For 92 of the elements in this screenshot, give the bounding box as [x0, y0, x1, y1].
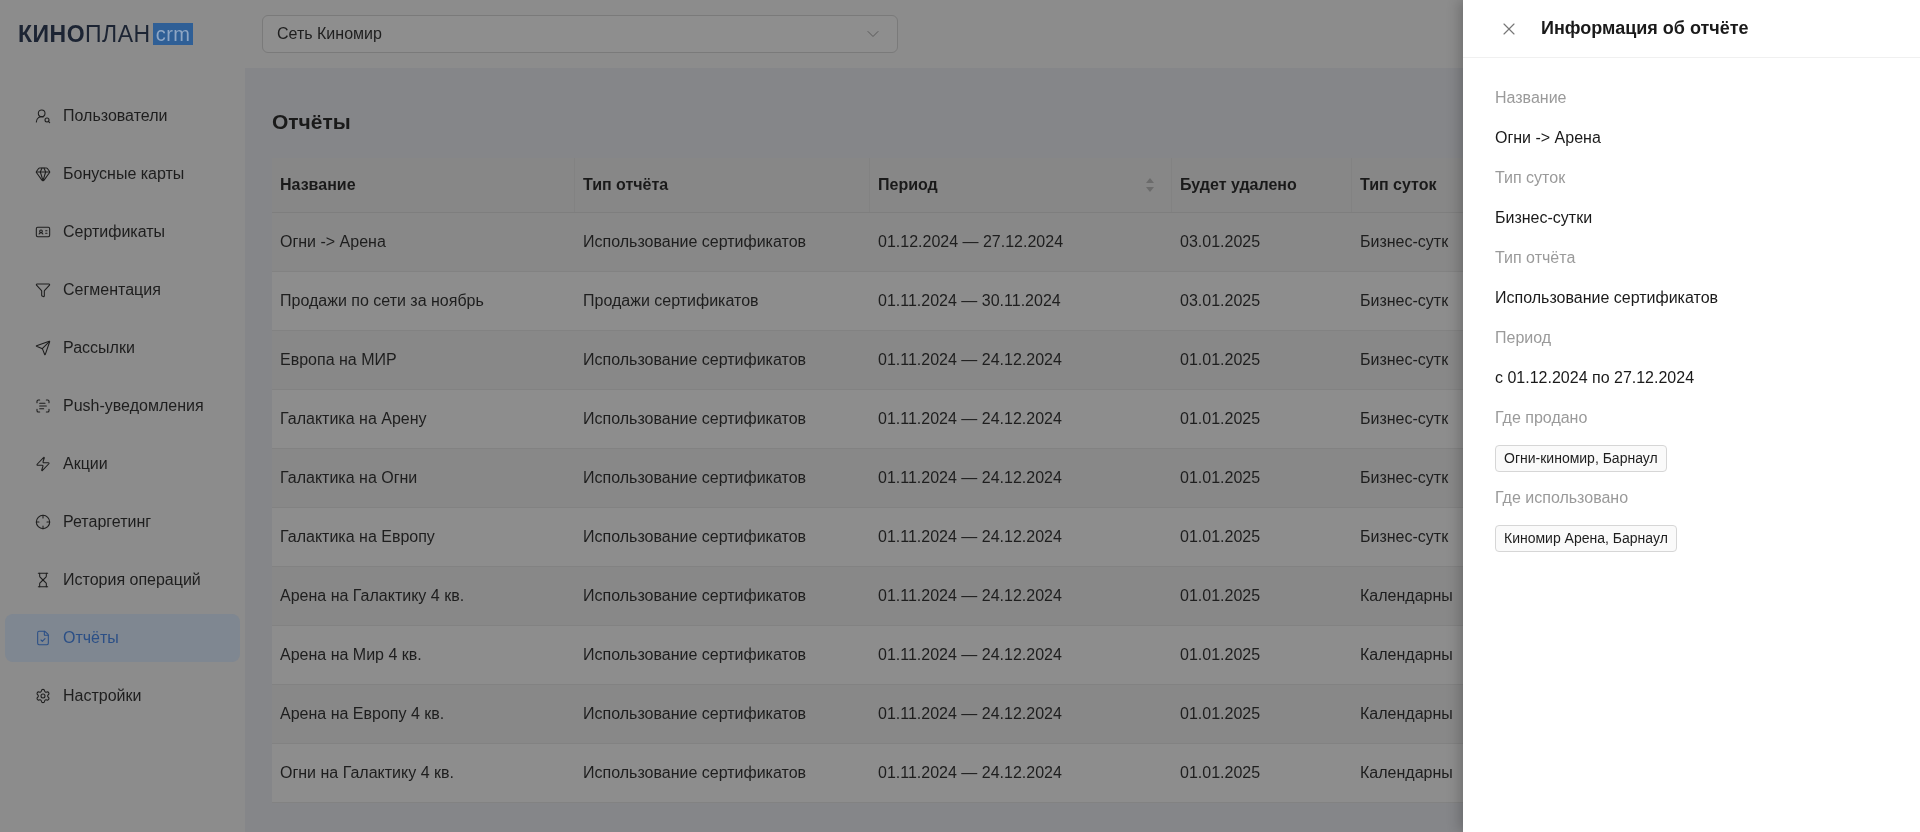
sidebar-item[interactable]: Push-уведомления	[5, 382, 240, 430]
table-cell-text: Бизнес-сутк	[1360, 291, 1449, 311]
hourglass-icon	[35, 572, 51, 588]
table-cell-text: Арена на Галактику 4 кв.	[280, 586, 465, 606]
field-value: Использование сертификатов	[1495, 288, 1720, 308]
table-cell-text: Использование сертификатов	[583, 468, 807, 488]
table-cell-text: Бизнес-сутк	[1360, 409, 1449, 429]
table-cell-text: Бизнес-сутк	[1360, 350, 1449, 370]
sidebar-item[interactable]: История операций	[5, 556, 240, 604]
lightning-icon	[35, 456, 51, 472]
table-cell-text: 01.11.2024 — 30.11.2024	[878, 291, 1061, 311]
column-header: Тип отчёта	[583, 175, 669, 195]
sidebar-item[interactable]: Ретаргетинг	[5, 498, 240, 546]
table-cell-text: 01.11.2024 — 24.12.2024	[878, 468, 1062, 488]
table-cell-text: 01.01.2025	[1180, 645, 1261, 665]
table-cell-text: 01.01.2025	[1180, 409, 1261, 429]
table-cell-text: Галактика на Арену	[280, 409, 427, 429]
field-label: Название	[1495, 88, 1568, 108]
table-cell-text: Календарны	[1360, 704, 1453, 724]
field-label: Период	[1495, 328, 1553, 348]
send-icon	[35, 340, 51, 356]
table-cell-text: Галактика на Огни	[280, 468, 418, 488]
field-value: Огни -> Арена	[1495, 128, 1602, 148]
table-cell-text: 01.01.2025	[1180, 350, 1261, 370]
sidebar-item[interactable]: Настройки	[5, 672, 240, 720]
table-cell-text: Использование сертификатов	[583, 350, 807, 370]
table-cell-text: 01.01.2025	[1180, 704, 1261, 724]
field-label: Тип суток	[1495, 168, 1567, 188]
table-cell-text: Календарны	[1360, 763, 1453, 783]
page-title: Отчёты	[272, 109, 352, 135]
field-value: Бизнес-сутки	[1495, 208, 1594, 228]
table-cell-text: Огни -> Арена	[280, 232, 386, 252]
table-cell-text: 03.01.2025	[1180, 232, 1261, 252]
scan-icon	[35, 398, 51, 414]
users-icon	[35, 108, 51, 124]
column-header: Будет удалено	[1180, 175, 1297, 195]
table-cell-text: Использование сертификатов	[583, 704, 807, 724]
column-header: Период	[878, 175, 938, 195]
table-cell-text: 01.01.2025	[1180, 763, 1261, 783]
table-cell-text: 03.01.2025	[1180, 291, 1261, 311]
table-cell-text: 01.01.2025	[1180, 527, 1261, 547]
table-cell-text: Использование сертификатов	[583, 232, 807, 252]
field-label: Где использовано	[1495, 488, 1630, 508]
table-cell-text: 01.11.2024 — 24.12.2024	[878, 350, 1062, 370]
field-value: с 01.12.2024 по 27.12.2024	[1495, 368, 1696, 388]
sidebar-item[interactable]: Пользователи	[5, 92, 240, 140]
sidebar-item[interactable]: Сертификаты	[5, 208, 240, 256]
id-card-icon	[35, 224, 51, 240]
table-cell-text: Бизнес-сутк	[1360, 527, 1449, 547]
table-cell-text: Огни на Галактику 4 кв.	[280, 763, 454, 783]
table-cell-text: Арена на Европу 4 кв.	[280, 704, 445, 724]
network-select[interactable]: Сеть Киномир	[262, 15, 898, 53]
field-label: Где продано	[1495, 408, 1589, 428]
table-cell-text: 01.11.2024 — 24.12.2024	[878, 409, 1062, 429]
table-cell-text: 01.01.2025	[1180, 586, 1261, 606]
sidebar-item[interactable]: Рассылки	[5, 324, 240, 372]
logo: КИНОПЛАН crm	[18, 22, 194, 46]
table-cell-text: 01.11.2024 — 24.12.2024	[878, 645, 1062, 665]
field-label: Тип отчёта	[1495, 248, 1577, 268]
gem-icon	[35, 166, 51, 182]
column-header: Название	[280, 175, 356, 195]
table-cell-text: Календарны	[1360, 586, 1453, 606]
table-cell-text: Бизнес-сутк	[1360, 468, 1449, 488]
sidebar-item[interactable]: Акции	[5, 440, 240, 488]
table-cell-text: 01.12.2024 — 27.12.2024	[878, 232, 1064, 252]
table-cell-text: 01.01.2025	[1180, 468, 1261, 488]
venue-tag: Киномир Арена, Барнаул	[1495, 524, 1677, 552]
column-header: Тип суток	[1360, 175, 1437, 195]
table-cell-text: Продажи по сети за ноябрь	[280, 291, 484, 311]
panel-title: Информация об отчёте	[1541, 17, 1749, 40]
document-icon	[35, 630, 51, 646]
table-cell-text: 01.11.2024 — 24.12.2024	[878, 704, 1062, 724]
table-cell-text: Календарны	[1360, 645, 1453, 665]
funnel-icon	[35, 282, 51, 298]
table-cell-text: Галактика на Европу	[280, 527, 435, 547]
table-cell-text: Использование сертификатов	[583, 645, 807, 665]
table-cell-text: 01.11.2024 — 24.12.2024	[878, 586, 1062, 606]
table-cell-text: Использование сертификатов	[583, 586, 807, 606]
sidebar-item[interactable]: Сегментация	[5, 266, 240, 314]
table-cell-text: 01.11.2024 — 24.12.2024	[878, 763, 1062, 783]
table-cell-text: Арена на Мир 4 кв.	[280, 645, 422, 665]
settings-icon	[35, 688, 51, 704]
sidebar-item[interactable]: Бонусные карты	[5, 150, 240, 198]
table-cell-text: Использование сертификатов	[583, 409, 807, 429]
table-cell-text: Европа на МИР	[280, 350, 397, 370]
table-cell-text: Использование сертификатов	[583, 527, 807, 547]
table-cell-text: 01.11.2024 — 24.12.2024	[878, 527, 1062, 547]
table-cell-text: Продажи сертификатов	[583, 291, 759, 311]
venue-tag: Огни-киномир, Барнаул	[1495, 444, 1667, 472]
crosshair-icon	[35, 514, 51, 530]
table-cell-text: Бизнес-сутк	[1360, 232, 1449, 252]
table-cell-text: Использование сертификатов	[583, 763, 807, 783]
